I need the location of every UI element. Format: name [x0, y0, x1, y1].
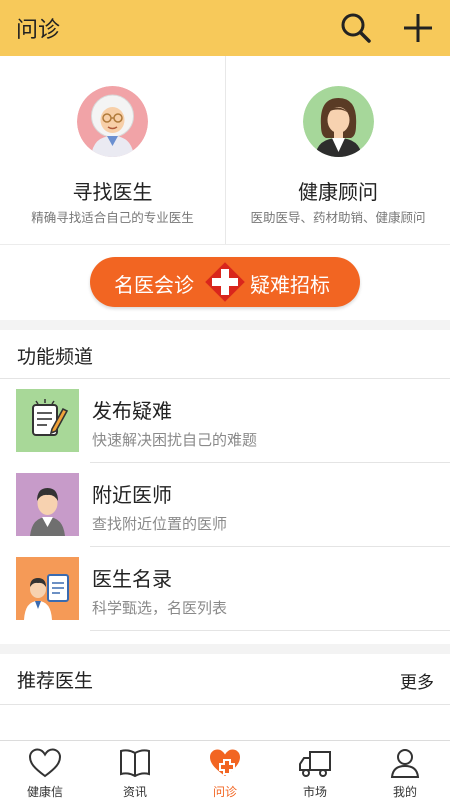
- find-doctor-card[interactable]: 寻找医生 精确寻找适合自己的专业医生: [0, 56, 225, 244]
- recommend-doctors-section: 推荐医生 更多: [0, 654, 450, 740]
- find-doctor-subtitle: 精确寻找适合自己的专业医生: [31, 210, 194, 225]
- book-icon: [120, 749, 150, 778]
- find-doctor-title: 寻找医生: [72, 180, 153, 204]
- tab-news[interactable]: 资讯: [90, 741, 180, 800]
- list-item-post-question[interactable]: 发布疑难 快速解决困扰自己的难题: [0, 379, 450, 463]
- add-button[interactable]: [402, 12, 434, 44]
- health-advisor-title: 健康顾问: [298, 180, 378, 204]
- advisor-avatar: [303, 86, 374, 157]
- doctor-clipboard-icon: [16, 557, 79, 620]
- tab-label: 问诊: [212, 785, 237, 799]
- nearby-doctors-subtitle: 查找附近位置的医师: [92, 515, 228, 533]
- medical-cross-icon: [205, 262, 245, 302]
- tab-market[interactable]: 市场: [270, 741, 360, 800]
- doctor-directory-thumb: [16, 557, 79, 620]
- channel-title: 功能频道: [17, 346, 94, 368]
- doctor-directory-subtitle: 科学甄选，名医列表: [92, 599, 228, 617]
- divider: [0, 704, 450, 705]
- post-question-subtitle: 快速解决困扰自己的难题: [92, 431, 258, 449]
- tab-health-letter[interactable]: 健康信: [0, 741, 90, 800]
- tab-label: 健康信: [26, 785, 63, 799]
- consultation-banner-button[interactable]: 名医会诊 疑难招标: [90, 257, 360, 307]
- bottom-tab-bar: 健康信 资讯 问诊 市场 我的: [0, 740, 450, 800]
- tab-label: 我的: [392, 785, 417, 799]
- nearby-doctors-title: 附近医师: [92, 483, 172, 507]
- nearby-doctors-thumb: [16, 473, 79, 536]
- top-cards: 寻找医生 精确寻找适合自己的专业医生 健康顾问 医助医导、药材助销、健康顾问: [0, 56, 450, 244]
- doctor-directory-title: 医生名录: [92, 567, 172, 591]
- banner-section: 名医会诊 疑难招标: [0, 244, 450, 320]
- function-channel-section: 功能频道 发布疑难 快速解决困扰自己的难题 附近医师 查找附近位置的医师 医生名…: [0, 330, 450, 644]
- heart-plus-icon: [210, 749, 240, 776]
- search-button[interactable]: [340, 12, 372, 44]
- advisor-avatar-icon: [303, 86, 374, 157]
- doctor-person-icon: [16, 473, 79, 536]
- banner-left-text: 名医会诊: [114, 273, 194, 297]
- list-item-nearby-doctors[interactable]: 附近医师 查找附近位置的医师: [0, 463, 450, 547]
- tab-consultation[interactable]: 问诊: [180, 741, 270, 800]
- health-advisor-subtitle: 医助医导、药材助销、健康顾问: [250, 210, 426, 225]
- banner-right-text: 疑难招标: [250, 273, 330, 297]
- more-link[interactable]: 更多: [400, 668, 434, 693]
- app-header: 问诊: [0, 0, 450, 56]
- doctor-avatar-icon: [77, 86, 148, 157]
- tab-label: 资讯: [122, 785, 147, 799]
- search-icon: [341, 13, 371, 43]
- heart-icon: [28, 748, 62, 778]
- person-icon: [390, 749, 420, 778]
- notepad-pen-icon: [16, 389, 79, 452]
- list-item-doctor-directory[interactable]: 医生名录 科学甄选，名医列表: [0, 547, 450, 631]
- divider: [90, 630, 450, 631]
- truck-icon: [299, 751, 331, 777]
- page-title: 问诊: [16, 18, 61, 43]
- plus-icon: [404, 14, 432, 42]
- tab-label: 市场: [302, 785, 327, 799]
- post-question-thumb: [16, 389, 79, 452]
- doctor-avatar: [77, 86, 148, 157]
- post-question-title: 发布疑难: [92, 399, 172, 423]
- health-advisor-card[interactable]: 健康顾问 医助医导、药材助销、健康顾问: [225, 56, 450, 244]
- tab-profile[interactable]: 我的: [360, 741, 450, 800]
- recommend-title: 推荐医生: [17, 670, 94, 692]
